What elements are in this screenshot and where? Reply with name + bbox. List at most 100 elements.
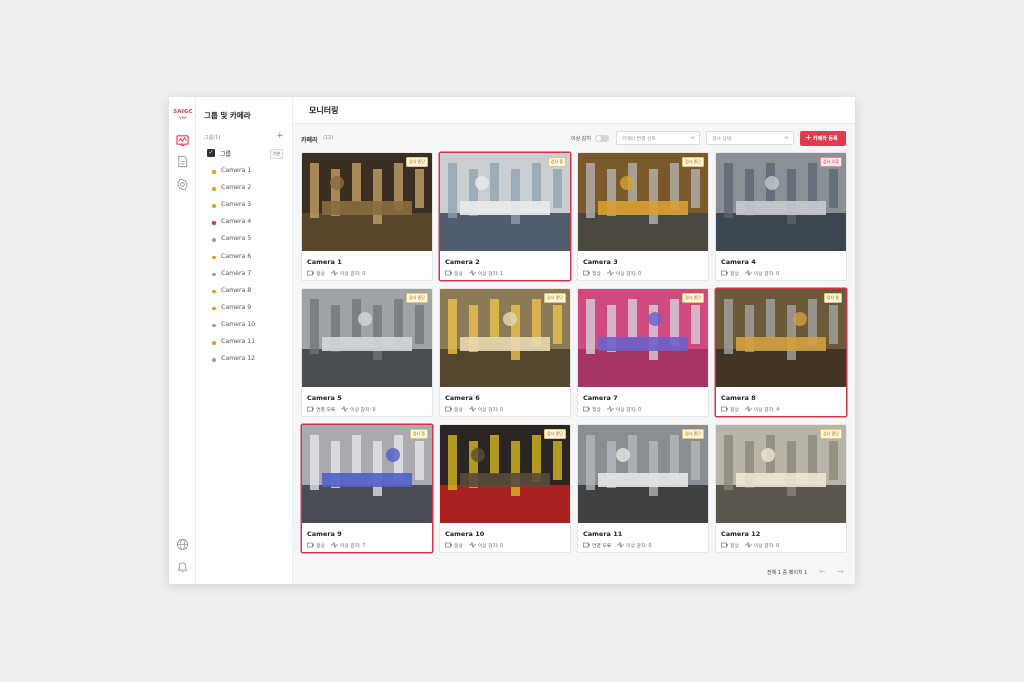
camera-name: Camera 3 [221,201,252,209]
camera-card-meta: 정상 이상 감지: 1 [445,270,503,277]
connection-status: 정상 [730,544,739,549]
camera-icon [307,270,314,276]
camera-feed-thumbnail[interactable]: 검사 중 [440,153,570,251]
inspection-status-badge: 검사 중단 [406,157,428,167]
camera-card[interactable]: 검사 중단 Camera 3 정상 이상 감지: 0 [577,152,709,281]
connection-status: 정상 [316,544,325,549]
camera-status-dot [212,341,216,345]
camera-name: Camera 11 [221,338,256,345]
camera-card[interactable]: 검사 중단 Camera 5 연결 오류 이상 감지: 0 [301,288,433,417]
pulse-icon [606,406,614,412]
next-page-button[interactable]: → [837,567,844,576]
add-group-button[interactable]: + [276,131,284,141]
camera-name: Camera 5 [221,235,252,243]
camera-status-dot [212,187,216,191]
camera-card-meta: 연결 오류 이상 감지: 0 [307,406,376,413]
document-icon[interactable] [176,155,189,168]
inspection-status-badge: 검사 중단 [682,429,704,439]
camera-card[interactable]: 검사 오류 Camera 4 정상 이상 감지: 0 [715,152,847,281]
chevron-down-icon [690,136,695,139]
camera-card[interactable]: 검사 중 Camera 8 정상 이상 감지: 4 [715,288,847,417]
camera-card[interactable]: 검사 중단 Camera 12 정상 이상 감지: 0 [715,424,847,553]
anomaly-count: 이상 감지: 0 [615,408,642,413]
pulse-icon [468,270,476,276]
globe-icon[interactable] [176,538,189,551]
plus-icon: + [805,133,812,142]
anomaly-count: 이상 감지: 0 [753,544,780,549]
connection-status: 연결 오류 [316,408,336,413]
connection-status: 정상 [454,408,463,413]
camera-icon [583,406,590,412]
anomaly-count: 이상 감지: 0 [626,544,652,549]
camera-card-title: Camera 10 [445,530,485,538]
camera-status-dot [212,272,216,277]
camera-status-dot [212,238,216,242]
monitor-icon[interactable] [176,134,189,147]
camera-feed-image [716,153,846,251]
camera-feed-thumbnail[interactable]: 검사 중단 [440,425,570,523]
add-camera-label: 카메라 등록 [813,136,838,142]
camera-card[interactable]: 검사 중단 Camera 11 연결 오류 이상 감지: 0 [577,424,709,553]
main-header: 모니터링 [293,97,855,124]
camera-name: Camera 10 [221,320,256,328]
inspection-status-badge: 검사 중 [547,157,566,167]
add-camera-button[interactable]: + 카메라 등록 [800,131,846,146]
inspection-status-value: 검사 상태 [712,137,732,142]
pulse-icon [341,406,349,412]
camera-card[interactable]: 검사 중단 Camera 6 정상 이상 감지: 0 [439,288,571,417]
camera-card[interactable]: 검사 중단 Camera 7 정상 이상 감지: 0 [577,288,709,417]
inspection-status-select[interactable]: 검사 상태 [706,131,794,145]
anomaly-toggle[interactable] [595,135,609,142]
camera-feed-image [440,425,570,523]
icon-rail: SAIGC VMS [169,97,196,584]
camera-icon [445,406,452,412]
camera-feed-thumbnail[interactable]: 검사 중단 [578,289,708,387]
camera-icon [583,542,590,548]
default-badge: 기본 [270,149,284,159]
camera-name: Camera 8 [221,286,252,294]
camera-card-meta: 정상 이상 감지: 0 [445,542,503,549]
inspection-status-badge: 검사 중단 [820,429,842,439]
camera-feed-thumbnail[interactable]: 검사 중단 [716,425,846,523]
pulse-icon [330,270,338,276]
camera-card-meta: 정상 이상 감지: 0 [583,406,641,413]
camera-card[interactable]: 검사 중 Camera 9 정상 이상 감지: 7 [301,424,433,553]
camera-feed-thumbnail[interactable]: 검사 중단 [578,425,708,523]
sidebar-title: 그룹 및 카메라 [204,111,251,120]
camera-card[interactable]: 검사 중단 Camera 1 정상 이상 감지: 0 [301,152,433,281]
chevron-down-icon [784,136,789,139]
connection-status: 정상 [730,272,739,277]
camera-card-meta: 정상 이상 감지: 4 [721,406,779,413]
camera-feed-thumbnail[interactable]: 검사 중단 [302,153,432,251]
camera-feed-thumbnail[interactable]: 검사 중단 [440,289,570,387]
camera-feed-thumbnail[interactable]: 검사 중 [716,289,846,387]
settings-icon[interactable] [176,178,189,191]
camera-status-dot [212,306,216,311]
camera-card-title: Camera 7 [583,394,618,402]
group-item[interactable]: ✓ 그룹 기본 [206,148,286,159]
pagination-text: 전체 1 중 페이지 1 [767,570,808,576]
camera-icon [445,270,452,276]
brand-logo[interactable]: SAIGC VMS [172,109,194,120]
anomaly-count: 이상 감지: 0 [615,272,642,277]
group-checkbox[interactable]: ✓ [207,149,215,157]
anomaly-count: 이상 감지: 0 [477,544,504,549]
connection-select[interactable]: 카메라 연결 선호 [616,131,700,145]
camera-feed-image [578,289,708,387]
camera-card-title: Camera 5 [307,394,342,402]
pulse-icon [744,270,752,276]
camera-card[interactable]: 검사 중 Camera 2 정상 이상 감지: 1 [439,152,571,281]
camera-feed-thumbnail[interactable]: 검사 중 [302,425,432,523]
camera-card[interactable]: 검사 중단 Camera 10 정상 이상 감지: 0 [439,424,571,553]
camera-feed-thumbnail[interactable]: 검사 오류 [716,153,846,251]
bell-icon[interactable] [176,560,189,573]
camera-card-title: Camera 4 [721,258,756,266]
camera-feed-thumbnail[interactable]: 검사 중단 [578,153,708,251]
anomaly-count: 이상 감지: 0 [339,272,366,277]
camera-name: Camera 7 [221,269,252,277]
connection-status: 정상 [592,408,601,413]
camera-feed-thumbnail[interactable]: 검사 중단 [302,289,432,387]
connection-status: 정상 [454,272,463,277]
group-camera-sidebar: 그룹 및 카메라 그룹(1) + ✓ 그룹 기본 Camera 1 Camera … [196,97,293,584]
prev-page-button[interactable]: ← [819,567,826,576]
